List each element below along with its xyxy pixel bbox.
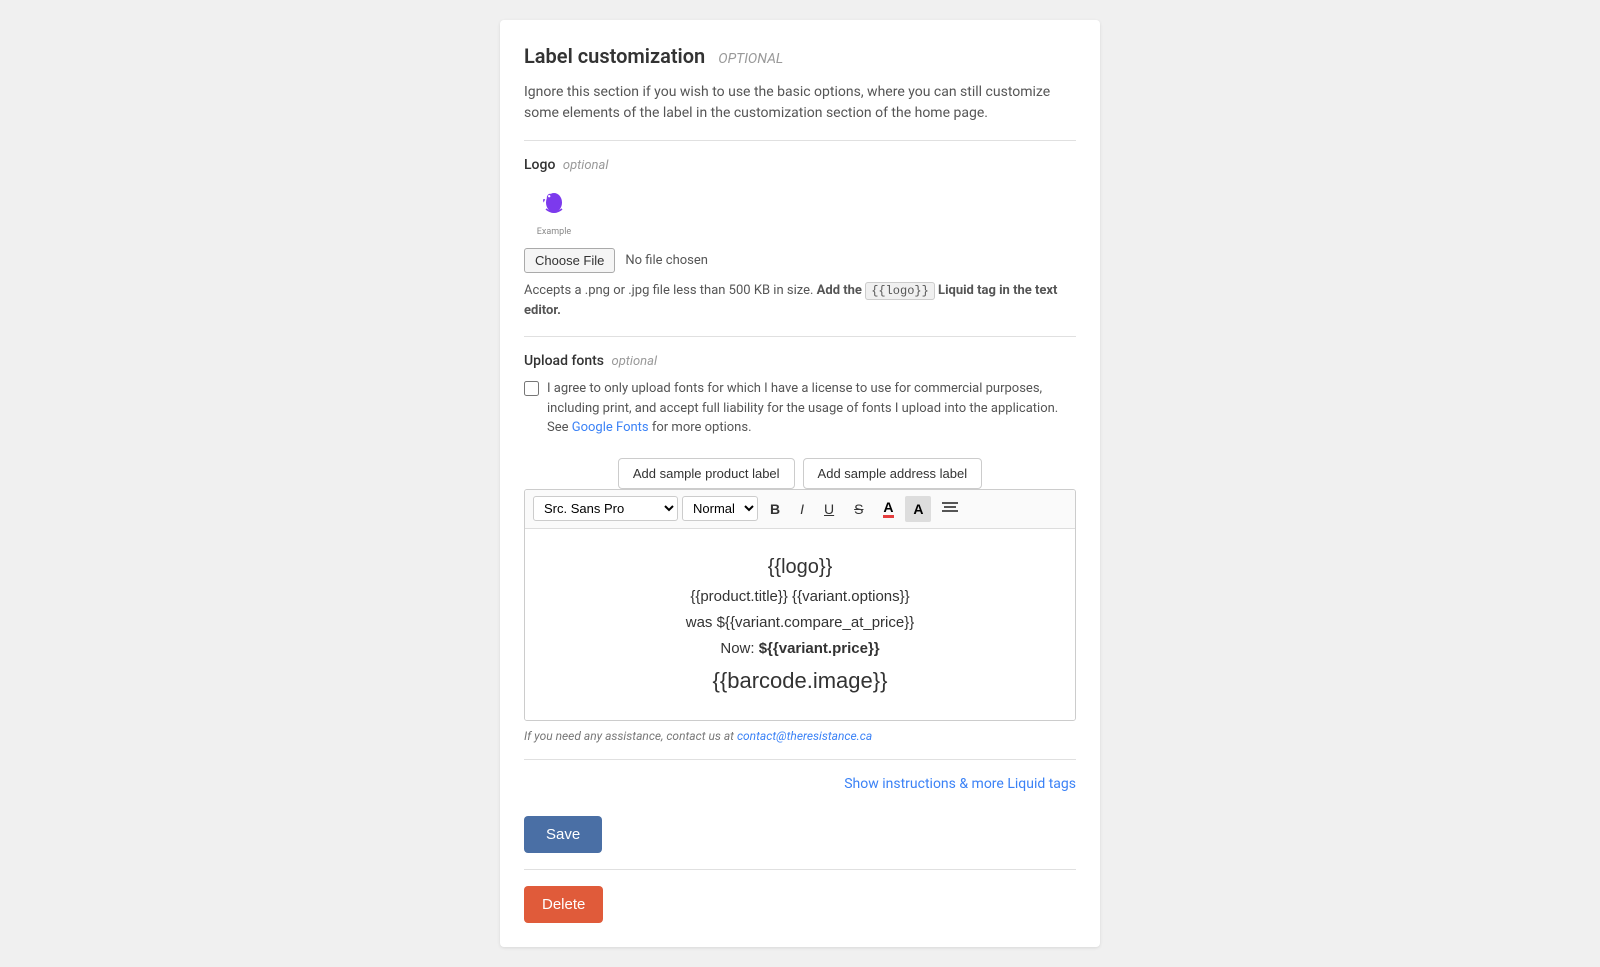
- text-color-button[interactable]: A: [875, 496, 901, 522]
- align-button[interactable]: [935, 497, 965, 521]
- logo-example-text: Example: [537, 227, 571, 237]
- section-title: Label customization OPTIONAL: [524, 44, 1076, 68]
- liquid-tag-code: {{logo}}: [865, 282, 935, 300]
- strikethrough-button[interactable]: S: [846, 497, 871, 521]
- divider-3: [524, 759, 1076, 760]
- file-input-row: Choose File No file chosen: [524, 248, 1076, 273]
- help-text-prefix: If you need any assistance, contact us a…: [524, 729, 734, 743]
- contact-link[interactable]: contact@theresistance.ca: [737, 729, 872, 743]
- logo-label-text: Logo: [524, 157, 555, 173]
- optional-label: OPTIONAL: [718, 51, 783, 67]
- logo-preview: Example: [524, 183, 584, 238]
- instructions-link-container: Show instructions & more Liquid tags: [524, 776, 1076, 792]
- choose-file-button[interactable]: Choose File: [524, 248, 615, 273]
- editor-buttons: Add sample product label Add sample addr…: [524, 458, 1076, 489]
- see-label: See: [547, 420, 569, 435]
- fonts-label-text: Upload fonts: [524, 353, 604, 369]
- editor-section: Add sample product label Add sample addr…: [524, 458, 1076, 792]
- action-buttons: Save Delete: [524, 816, 1076, 923]
- logo-image: [534, 185, 574, 225]
- logo-section: Logo optional Example Choose File No fil…: [524, 157, 1076, 320]
- checkbox-text: I agree to only upload fonts for which I…: [547, 381, 1058, 416]
- upload-fonts-section: Upload fonts optional I agree to only up…: [524, 353, 1076, 438]
- more-options-label: for more options.: [652, 420, 752, 435]
- logo-field-label: Logo optional: [524, 157, 1076, 173]
- save-button[interactable]: Save: [524, 816, 602, 853]
- editor-line-barcode: {{barcode.image}}: [545, 663, 1055, 698]
- editor-line-price: Now: ${{variant.price}}: [545, 637, 1055, 661]
- italic-button[interactable]: I: [792, 497, 812, 521]
- delete-button[interactable]: Delete: [524, 886, 603, 923]
- divider-2: [524, 336, 1076, 337]
- bold-button[interactable]: B: [762, 497, 788, 521]
- file-help-text: Accepts a .png or .jpg file less than 50…: [524, 281, 1076, 320]
- help-add: Add the: [817, 283, 862, 298]
- checkbox-label-text: I agree to only upload fonts for which I…: [547, 379, 1076, 438]
- fonts-checkbox[interactable]: [524, 381, 539, 396]
- add-sample-product-button[interactable]: Add sample product label: [618, 458, 795, 489]
- main-container: Label customization OPTIONAL Ignore this…: [500, 20, 1100, 947]
- instructions-link[interactable]: Show instructions & more Liquid tags: [844, 776, 1076, 792]
- highlight-a: A: [913, 501, 923, 517]
- editor-wrapper: Src. Sans Pro Arial Helvetica Times New …: [524, 489, 1076, 721]
- title-text: Label customization: [524, 44, 705, 68]
- editor-line-logo: {{logo}}: [545, 551, 1055, 583]
- add-sample-address-button[interactable]: Add sample address label: [803, 458, 983, 489]
- text-color-a: A: [883, 499, 893, 518]
- editor-help-text: If you need any assistance, contact us a…: [524, 729, 1076, 743]
- description-text: Ignore this section if you wish to use t…: [524, 82, 1076, 124]
- fonts-optional-tag: optional: [612, 354, 658, 369]
- fonts-field-label: Upload fonts optional: [524, 353, 1076, 369]
- align-icon: [942, 502, 958, 514]
- size-selector[interactable]: Normal Small Large: [682, 496, 758, 521]
- delete-divider: [524, 869, 1076, 870]
- fonts-checkbox-row: I agree to only upload fonts for which I…: [524, 379, 1076, 438]
- underline-button[interactable]: U: [816, 497, 842, 521]
- highlight-color-button[interactable]: A: [905, 496, 931, 522]
- divider-1: [524, 140, 1076, 141]
- editor-toolbar: Src. Sans Pro Arial Helvetica Times New …: [525, 490, 1075, 529]
- editor-line-compare-price: was ${{variant.compare_at_price}}: [545, 611, 1055, 635]
- google-fonts-link[interactable]: Google Fonts: [572, 420, 649, 435]
- editor-line-product: {{product.title}} {{variant.options}}: [545, 585, 1055, 609]
- font-selector[interactable]: Src. Sans Pro Arial Helvetica Times New …: [533, 496, 678, 521]
- no-file-text: No file chosen: [625, 253, 708, 268]
- help-prefix: Accepts a .png or .jpg file less than 50…: [524, 283, 813, 298]
- logo-optional-tag: optional: [563, 158, 609, 173]
- editor-content[interactable]: {{logo}} {{product.title}} {{variant.opt…: [525, 529, 1075, 720]
